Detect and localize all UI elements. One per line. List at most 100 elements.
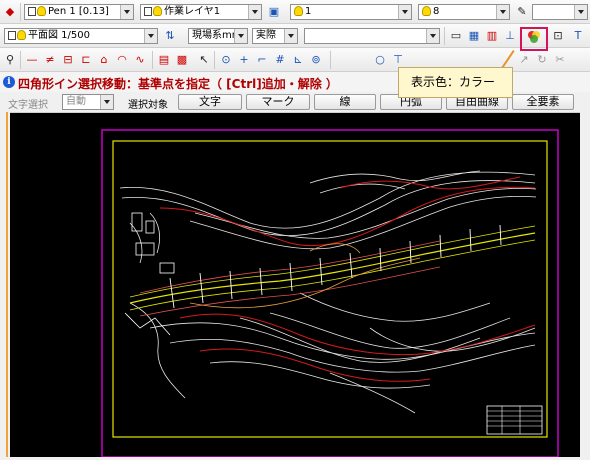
target-text-button[interactable]: 文字 xyxy=(178,94,242,110)
frame-icon[interactable]: ⊡ xyxy=(550,28,566,44)
separator xyxy=(214,51,215,69)
cross-section-tick xyxy=(409,240,412,264)
contour-line xyxy=(194,188,537,239)
snap-tangent-icon[interactable]: ⊤ xyxy=(390,52,406,68)
line-weight-combo[interactable]: 8 xyxy=(418,4,510,20)
chevron-down-icon[interactable] xyxy=(100,95,113,109)
contour-line xyxy=(339,176,521,190)
contour-line xyxy=(329,372,416,414)
sheet-border xyxy=(101,129,559,458)
snap-cross-icon[interactable]: + xyxy=(236,52,252,68)
window-edge xyxy=(6,112,8,457)
scale-icon[interactable]: ⇅ xyxy=(162,28,178,44)
snap-circle-icon[interactable]: ○ xyxy=(372,52,388,68)
snap-end-icon[interactable]: ⌐ xyxy=(254,52,270,68)
text-select-combo[interactable]: 自動 xyxy=(62,94,114,110)
target-all-button[interactable]: 全要素 xyxy=(512,94,574,110)
scissors-icon[interactable]: ✂ xyxy=(552,52,568,68)
bulb-icon xyxy=(17,30,26,40)
mouse-mode-icon[interactable]: ⚲ xyxy=(2,52,18,68)
curve-line xyxy=(189,257,421,309)
eraser-icon[interactable]: ◆ xyxy=(2,4,18,20)
rotate-icon[interactable]: ↻ xyxy=(534,52,550,68)
arc-tool-icon[interactable]: ◠ xyxy=(114,52,130,68)
snap-grid-icon[interactable]: # xyxy=(272,52,288,68)
structure-block xyxy=(131,212,143,232)
target-line-button[interactable]: 線 xyxy=(314,94,376,110)
chevron-down-icon[interactable] xyxy=(234,29,247,43)
text-icon[interactable]: T xyxy=(570,28,586,44)
snap-center-icon[interactable]: ⊚ xyxy=(308,52,324,68)
color-display-tooltip: 表示色：カラー xyxy=(398,67,513,98)
drawing-canvas[interactable] xyxy=(10,113,580,458)
chevron-down-icon[interactable] xyxy=(248,5,261,19)
structure-outline xyxy=(124,312,171,336)
snap-point-icon[interactable]: ⊙ xyxy=(218,52,234,68)
contour-line xyxy=(319,183,406,194)
line-tool-icon[interactable]: — xyxy=(24,52,40,68)
chevron-down-icon[interactable] xyxy=(426,29,439,43)
title-block xyxy=(486,405,543,435)
ruler-icon[interactable]: ⊥ xyxy=(502,28,518,44)
toolbar-row-1: ◆ Pen 1 [0.13] 作業レイヤ1 ▣ 1 8 ✎ xyxy=(0,0,590,24)
blank-combo[interactable] xyxy=(304,28,440,44)
target-mark-button[interactable]: マーク xyxy=(246,94,310,110)
polygon-icon[interactable]: ⌂ xyxy=(96,52,112,68)
coordinate-combo[interactable]: 現場系mm xyxy=(188,28,248,44)
cross-section-tick xyxy=(469,228,472,252)
layer-icon[interactable]: ▣ xyxy=(266,4,282,20)
chevron-down-icon[interactable] xyxy=(284,29,297,43)
line-type-value: 1 xyxy=(305,6,312,17)
chevron-down-icon[interactable] xyxy=(144,29,157,43)
contour-line xyxy=(299,292,491,322)
structure-block xyxy=(145,220,155,234)
layer-combo-value: 作業レイヤ1 xyxy=(164,6,221,17)
cross-line-icon[interactable]: ≠ xyxy=(42,52,58,68)
chevron-down-icon[interactable] xyxy=(398,5,411,19)
bulb-icon xyxy=(294,6,303,16)
separator xyxy=(20,51,21,69)
image-tool-icon[interactable]: ▤ xyxy=(156,52,172,68)
contour-line xyxy=(239,317,481,363)
contour-line xyxy=(209,361,431,389)
box-line-icon[interactable]: ⊟ xyxy=(60,52,76,68)
window-icon[interactable]: ▭ xyxy=(448,28,464,44)
color-bars-icon[interactable]: ▥ xyxy=(484,28,500,44)
contour-line xyxy=(149,322,536,360)
offset-line-icon[interactable]: ⊏ xyxy=(78,52,94,68)
contour-line xyxy=(179,313,536,356)
chevron-down-icon[interactable] xyxy=(496,5,509,19)
layer-swatch-icon xyxy=(144,6,152,16)
toolbar-row-2: 平面図 1/500 ⇅ 現場系mm 実際 ▭ ▦ ▥ ⊥ ⊡ T xyxy=(0,24,590,48)
contour-line xyxy=(169,338,536,373)
eyedropper-icon[interactable]: ✎ xyxy=(514,4,530,20)
chevron-down-icon[interactable] xyxy=(574,5,587,19)
measure-icon[interactable]: ↗ xyxy=(516,52,532,68)
style-combo[interactable] xyxy=(532,4,588,20)
curve-tool-icon[interactable]: ∿ xyxy=(132,52,148,68)
text-select-value: 自動 xyxy=(66,96,86,107)
cross-section-tick xyxy=(499,224,502,246)
bulb-icon xyxy=(153,6,162,16)
structures xyxy=(124,212,175,336)
separator xyxy=(20,3,21,21)
separator xyxy=(152,51,153,69)
separator xyxy=(330,51,331,69)
scale-mode-combo[interactable]: 実際 xyxy=(252,28,298,44)
raster-tool-icon[interactable]: ▩ xyxy=(174,52,190,68)
line-type-combo[interactable]: 1 xyxy=(290,4,412,20)
grid-icon[interactable]: ▦ xyxy=(466,28,482,44)
pen-combo[interactable]: Pen 1 [0.13] xyxy=(24,4,134,20)
bulb-icon xyxy=(422,6,431,16)
separator xyxy=(444,27,445,45)
title-block-frame xyxy=(486,405,543,435)
layer-combo[interactable]: 作業レイヤ1 xyxy=(140,4,262,20)
pointer-icon[interactable]: ↖ xyxy=(196,52,212,68)
chevron-down-icon[interactable] xyxy=(120,5,133,19)
structure-block xyxy=(159,262,175,274)
cross-section-tick xyxy=(199,272,204,304)
bulb-icon xyxy=(37,6,46,16)
snap-perp-icon[interactable]: ⊾ xyxy=(290,52,306,68)
color-display-highlight xyxy=(520,27,548,51)
view-combo[interactable]: 平面図 1/500 xyxy=(4,28,158,44)
